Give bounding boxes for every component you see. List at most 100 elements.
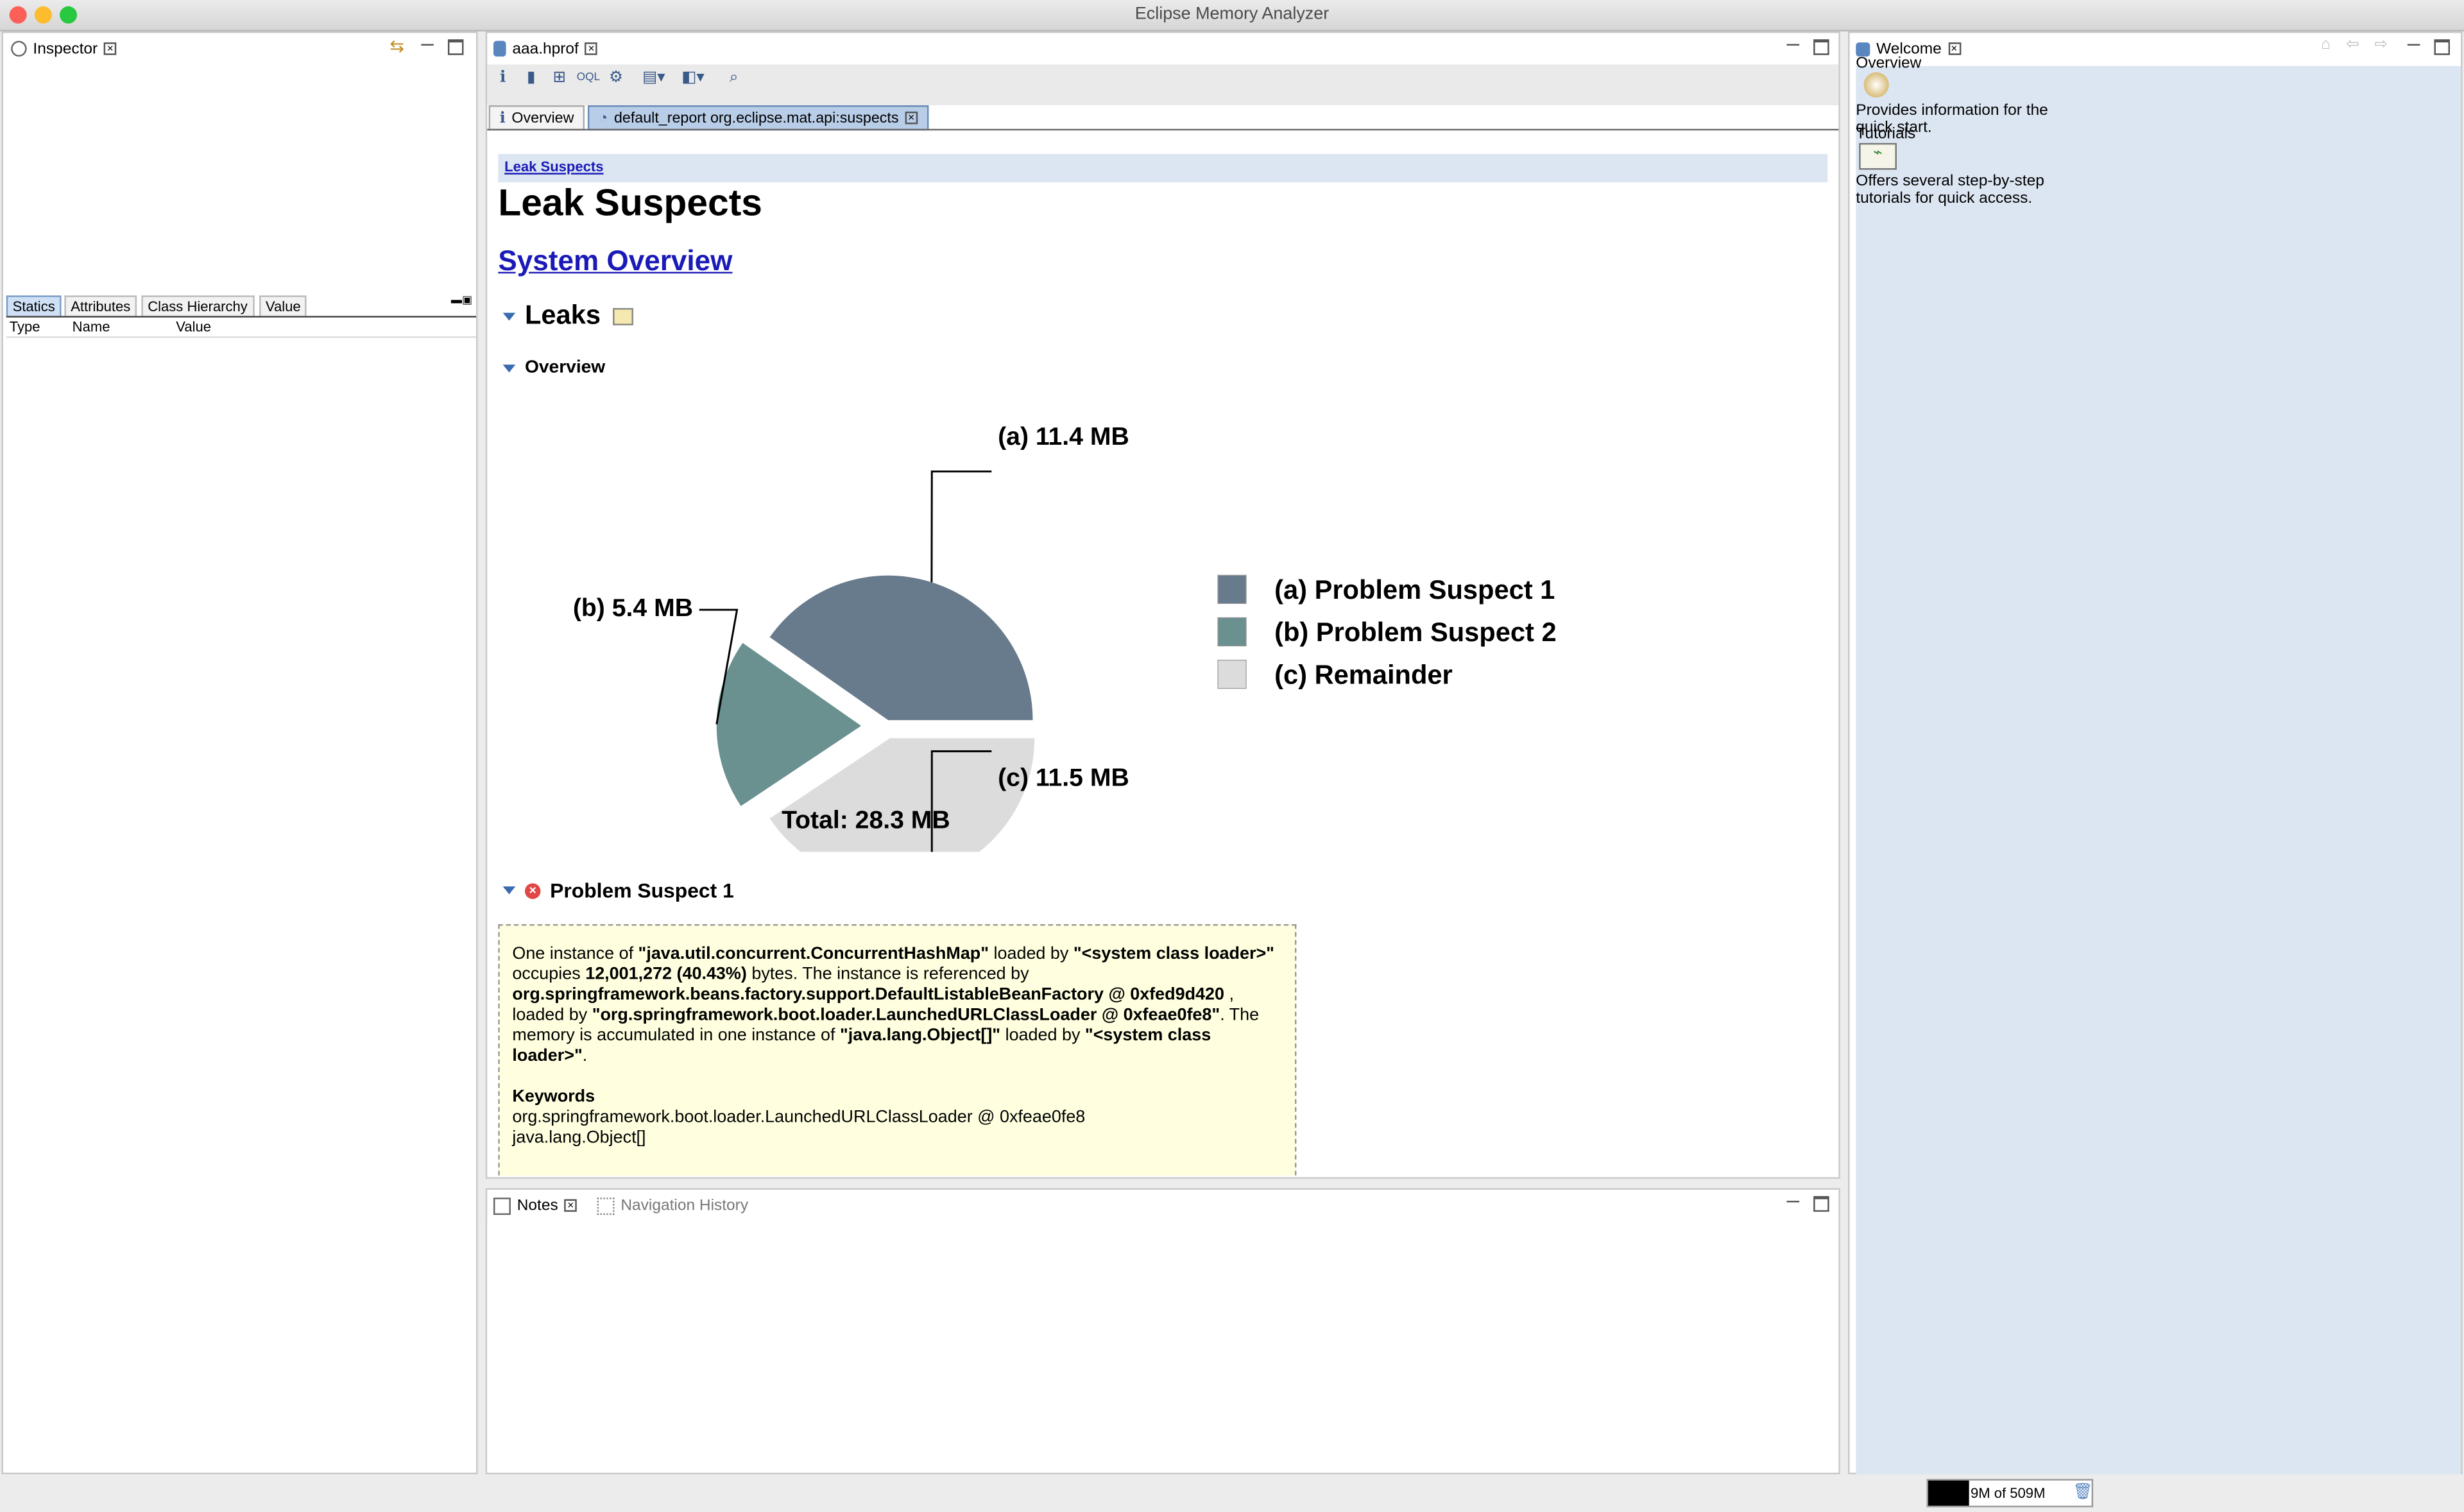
column-header-value[interactable]: Value (176, 319, 211, 334)
problem-suspect-header[interactable]: × Problem Suspect 1 (502, 878, 734, 902)
navigation-history-tab[interactable]: Navigation History (597, 1193, 748, 1218)
column-header-type[interactable]: Type (10, 319, 40, 334)
back-icon[interactable]: ⇦ (2346, 36, 2359, 53)
tab-attributes[interactable]: Attributes (64, 295, 137, 316)
keyword-item: java.lang.Object[] (512, 1128, 646, 1147)
minimize-view-button[interactable] (1785, 1194, 1801, 1210)
column-header-name[interactable]: Name (73, 319, 110, 334)
inspector-icon (11, 40, 27, 57)
run-report-icon[interactable]: ▤▾ (638, 69, 669, 88)
tutorials-icon[interactable]: ⌁ (1859, 142, 1897, 170)
status-bar: 9M of 509M 🗑 (0, 1477, 2464, 1512)
page-title: Leak Suspects (498, 182, 762, 225)
tab-value[interactable]: Value (259, 295, 307, 316)
query-browser-icon[interactable]: ◧▾ (678, 69, 709, 88)
notes-panel: Notes × Navigation History (485, 1188, 1840, 1475)
pie-data-label: (b) 5.4 MB (573, 594, 693, 622)
legend-label: (c) Remainder (1274, 659, 1453, 689)
oql-icon[interactable]: OQL (577, 69, 600, 88)
heap-status: 9M of 509M 🗑 (1926, 1479, 2094, 1508)
view-menu-icon[interactable]: ▬▣ (451, 294, 472, 306)
notes-tab[interactable]: Notes × (493, 1193, 578, 1218)
accumulation-class: "java.lang.Object[]" (839, 1026, 1001, 1045)
report-icon: ◔ (599, 109, 608, 127)
pie-leader-line (930, 470, 992, 583)
leak-suspects-pie-chart: (a) 11.4 MB (a) Problem Suspect 1 (b) 5.4 … (573, 423, 1557, 852)
maximize-view-button[interactable] (447, 39, 464, 55)
notes-icon (493, 1196, 511, 1214)
error-icon: × (524, 882, 541, 898)
minimize-view-button[interactable] (420, 38, 435, 53)
tab-statics[interactable]: Statics (6, 295, 62, 316)
close-icon[interactable]: × (564, 1199, 578, 1212)
welcome-content (1856, 65, 2461, 1475)
navigation-history-icon (597, 1196, 615, 1214)
search-icon[interactable]: ⌕ (724, 69, 743, 88)
heap-status-text: 9M of 509M (1971, 1485, 2046, 1501)
welcome-overview-label[interactable]: Overview (1856, 55, 1921, 73)
tab-default-report[interactable]: ◔ default_report org.eclipse.mat.api:sus… (587, 105, 929, 131)
divider (6, 316, 477, 318)
keywords-label: Keywords (512, 1087, 595, 1107)
problem-suspect-description: One instance of "java.util.concurrent.Co… (498, 924, 1297, 1176)
garbage-collect-icon[interactable]: 🗑 (2073, 1484, 2092, 1501)
referencing-object: org.springframework.beans.factory.suppor… (512, 985, 1225, 1004)
close-icon[interactable]: × (585, 42, 598, 55)
welcome-tutorials-description: Offers several step-by-step tutorials fo… (1856, 173, 2044, 208)
class-loader-name: "<system class loader>" (1073, 944, 1274, 964)
legend-swatch (1217, 659, 1247, 689)
report-content: Leak Suspects Leak Suspects System Overv… (488, 132, 1837, 1176)
keyword-item: org.springframework.boot.loader.Launched… (512, 1108, 1086, 1127)
close-icon[interactable]: × (905, 111, 918, 125)
link-with-editor-icon[interactable]: ⇆ (389, 36, 404, 56)
minimize-view-button[interactable] (2406, 38, 2421, 53)
collapse-icon[interactable] (502, 312, 516, 320)
thread-overview-icon[interactable]: ⚙ (606, 69, 625, 88)
minimize-editor-button[interactable] (1785, 38, 1801, 53)
notes-text-area[interactable] (487, 1221, 1839, 1473)
close-icon[interactable]: × (1947, 42, 1961, 55)
window-title: Eclipse Memory Analyzer (1134, 4, 1330, 24)
collapse-icon[interactable] (502, 886, 516, 895)
notes-tab-label: Notes (517, 1196, 558, 1214)
tab-class-hierarchy[interactable]: Class Hierarchy (141, 295, 254, 316)
tab-overview[interactable]: ℹ Overview (488, 105, 585, 131)
leaks-heading: Leaks (524, 300, 601, 331)
tab-default-report-label: default_report org.eclipse.mat.api:suspe… (613, 109, 899, 127)
editor-file-tab-label: aaa.hprof (512, 40, 579, 58)
heap-dump-icon (493, 40, 506, 57)
maximize-view-button[interactable] (1813, 1196, 1829, 1212)
breadcrumb: Leak Suspects (498, 154, 1828, 183)
breadcrumb-link-leak-suspects[interactable]: Leak Suspects (504, 159, 603, 174)
problem-suspect-heading: Problem Suspect 1 (550, 878, 734, 902)
legend-swatch (1217, 617, 1247, 647)
pie-data-label: (a) 11.4 MB (998, 423, 1129, 451)
inspector-tab-label: Inspector (33, 40, 98, 58)
info-icon[interactable]: ℹ (493, 69, 512, 88)
welcome-tutorials-label[interactable]: Tutorials (1856, 126, 1915, 143)
overview-section-header[interactable]: Overview (502, 358, 606, 377)
heap-usage-bar (1928, 1480, 1969, 1506)
histogram-icon[interactable]: ▮ (522, 69, 540, 88)
system-overview-link[interactable]: System Overview (498, 245, 732, 278)
details-icon[interactable] (613, 307, 634, 325)
quick-start-icon[interactable] (1863, 72, 1889, 98)
forward-icon[interactable]: ⇨ (2374, 36, 2388, 53)
home-icon[interactable]: ⌂ (2321, 36, 2331, 53)
maximize-editor-button[interactable] (1813, 39, 1829, 55)
legend-swatch (1217, 574, 1247, 605)
navigation-history-label: Navigation History (620, 1196, 749, 1214)
inspector-tab[interactable]: Inspector × (11, 36, 117, 61)
close-icon[interactable]: × (103, 42, 117, 55)
editor-file-tab[interactable]: aaa.hprof × (493, 36, 598, 61)
legend-label: (a) Problem Suspect 1 (1274, 574, 1555, 605)
welcome-icon (1856, 41, 1870, 56)
pie-data-label: (c) 11.5 MB (998, 764, 1129, 792)
collapse-icon[interactable] (502, 363, 516, 372)
class-name: "java.util.concurrent.ConcurrentHashMap" (638, 944, 989, 964)
overview-heading: Overview (524, 358, 606, 377)
dominator-tree-icon[interactable]: ⊞ (550, 69, 569, 88)
maximize-view-button[interactable] (2434, 39, 2450, 55)
leaks-section-header[interactable]: Leaks (502, 300, 634, 332)
tab-overview-label: Overview (511, 109, 574, 127)
